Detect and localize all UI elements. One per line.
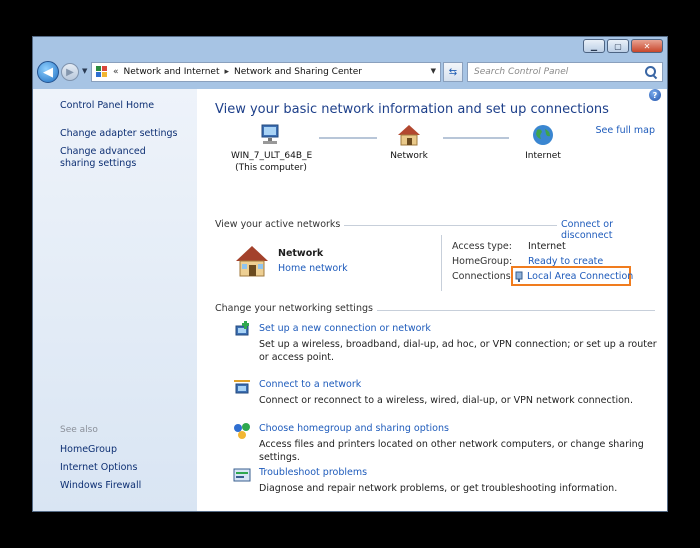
control-panel-icon	[96, 66, 108, 78]
map-connector	[319, 137, 377, 139]
connect-network-icon	[234, 380, 250, 394]
main-content: ? View your basic network information an…	[197, 89, 667, 511]
map-connector	[443, 137, 509, 139]
address-dropdown-icon[interactable]: ▼	[431, 67, 436, 75]
ethernet-plug-icon	[515, 271, 523, 282]
breadcrumb-separator[interactable]: ▸	[224, 67, 229, 77]
node-network-label: Network	[390, 151, 428, 161]
sidebar-change-advanced-sharing[interactable]: Change advanced sharing settings	[60, 146, 180, 170]
troubleshoot-icon	[233, 468, 251, 482]
homegroup-sharing-link[interactable]: Choose homegroup and sharing options	[259, 423, 449, 434]
node-network[interactable]: Network	[379, 123, 439, 162]
setup-connection-link[interactable]: Set up a new connection or network	[259, 323, 431, 334]
access-type-value: Internet	[528, 241, 566, 252]
troubleshoot-desc: Diagnose and repair network problems, or…	[259, 483, 618, 494]
close-button[interactable]: ✕	[631, 39, 663, 53]
sidebar-change-adapter-settings[interactable]: Change adapter settings	[60, 128, 177, 140]
node-computer-name: WIN_7_ULT_64B_E	[231, 151, 313, 161]
forward-button[interactable]: ▶	[61, 63, 79, 81]
new-connection-icon	[235, 321, 249, 336]
sidebar-homegroup[interactable]: HomeGroup	[60, 444, 117, 456]
divider	[441, 235, 442, 291]
homegroup-label: HomeGroup:	[452, 256, 513, 267]
breadcrumb-overflow[interactable]: «	[113, 67, 119, 77]
window: ▁ ▢ ✕ ◀ ▶ ▼ « Network and Internet ▸ Net…	[32, 36, 668, 512]
active-network-name: Network	[278, 248, 324, 259]
local-area-connection-link[interactable]: Local Area Connection	[527, 271, 633, 282]
search-box[interactable]: Search Control Panel	[467, 62, 663, 82]
globe-icon	[533, 125, 553, 145]
node-internet[interactable]: Internet	[513, 123, 573, 162]
node-internet-label: Internet	[525, 151, 561, 161]
address-bar[interactable]: « Network and Internet ▸ Network and Sha…	[91, 62, 441, 82]
troubleshoot-link[interactable]: Troubleshoot problems	[259, 467, 367, 478]
network-type-link[interactable]: Home network	[278, 263, 348, 274]
breadcrumb-network-sharing-center[interactable]: Network and Sharing Center	[234, 67, 362, 77]
sidebar: Control Panel Home Change adapter settin…	[33, 89, 197, 511]
homegroup-icon	[234, 423, 250, 439]
sidebar-control-panel-home[interactable]: Control Panel Home	[60, 100, 154, 112]
network-house-icon	[236, 246, 268, 277]
node-this-computer[interactable]: WIN_7_ULT_64B_E (This computer)	[231, 123, 313, 174]
house-icon	[398, 125, 420, 146]
sidebar-internet-options[interactable]: Internet Options	[60, 462, 137, 474]
window-controls: ▁ ▢ ✕	[583, 39, 663, 53]
active-networks-label: View your active networks	[215, 219, 345, 230]
page-title: View your basic network information and …	[215, 102, 609, 117]
navigation-bar: ◀ ▶ ▼ « Network and Internet ▸ Network a…	[33, 59, 667, 87]
see-also-label: See also	[60, 425, 98, 435]
forward-arrow-icon: ▶	[66, 66, 74, 78]
back-button[interactable]: ◀	[37, 61, 59, 83]
connect-or-disconnect-link[interactable]: Connect or disconnect	[557, 219, 667, 241]
connections-label: Connections:	[452, 271, 514, 282]
homegroup-sharing-desc: Access files and printers located on oth…	[259, 439, 644, 463]
setup-connection-desc: Set up a wireless, broadband, dial-up, a…	[259, 339, 657, 363]
refresh-icon: ⇆	[448, 66, 458, 78]
recent-pages-dropdown[interactable]: ▼	[82, 67, 87, 75]
refresh-button[interactable]: ⇆	[443, 62, 463, 82]
change-settings-label: Change your networking settings	[215, 303, 377, 314]
back-arrow-icon: ◀	[43, 64, 53, 80]
sidebar-windows-firewall[interactable]: Windows Firewall	[60, 480, 141, 492]
help-icon[interactable]: ?	[649, 89, 661, 101]
connect-to-network-desc: Connect or reconnect to a wireless, wire…	[259, 395, 633, 406]
search-input[interactable]: Search Control Panel	[474, 67, 644, 77]
see-full-map-link[interactable]: See full map	[595, 125, 655, 136]
access-type-label: Access type:	[452, 241, 512, 252]
computer-icon	[261, 124, 279, 144]
maximize-button[interactable]: ▢	[607, 39, 629, 53]
node-computer-sub: (This computer)	[235, 163, 307, 173]
minimize-button[interactable]: ▁	[583, 39, 605, 53]
connect-to-network-link[interactable]: Connect to a network	[259, 379, 361, 390]
breadcrumb-network-and-internet[interactable]: Network and Internet	[124, 67, 220, 77]
search-icon[interactable]	[644, 65, 658, 79]
